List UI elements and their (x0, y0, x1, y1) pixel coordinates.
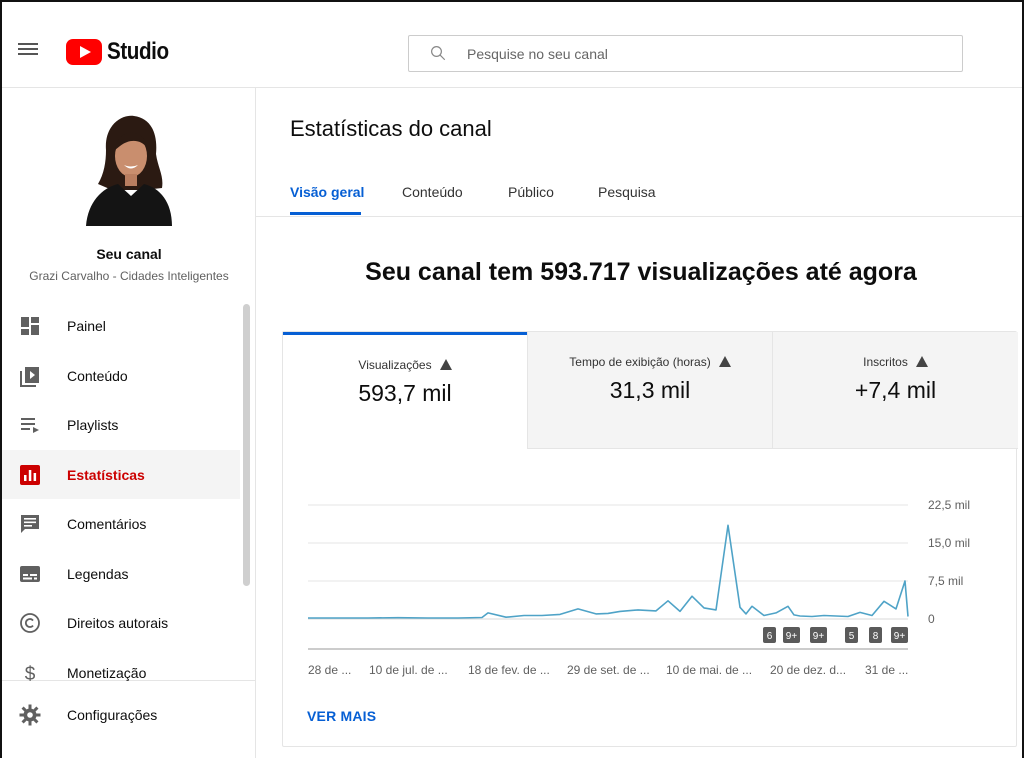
search-icon (431, 46, 446, 61)
annotation-label: 9+ (813, 631, 825, 642)
headline: Seu canal tem 593.717 visualizações até … (365, 258, 917, 286)
metric-label: Tempo de exibição (horas) (569, 355, 711, 369)
sidebar-item-label: Playlists (67, 416, 119, 433)
sidebar-item-label: Monetização (67, 664, 147, 681)
dashboard-icon (21, 316, 39, 335)
y-tick-label: 15,0 mil (928, 536, 970, 550)
metric-tab-watch-time[interactable]: Tempo de exibição (horas) 31,3 mil (527, 332, 772, 449)
youtube-play-icon (66, 39, 102, 65)
hamburger-menu-icon[interactable] (16, 40, 40, 64)
tab-audience[interactable]: Público (508, 184, 554, 200)
sidebar-item-content[interactable]: Conteúdo (2, 351, 240, 400)
sidebar-item-label: Estatísticas (67, 466, 145, 483)
search-box[interactable] (408, 35, 963, 72)
search-input[interactable] (467, 36, 947, 71)
sidebar-item-label: Painel (67, 317, 106, 334)
content-icon (20, 366, 39, 387)
metric-value: +7,4 mil (854, 377, 937, 403)
views-line-chart: 22,5 mil 15,0 mil 7,5 mil 0 6 9+ 9+ 5 8 9+ 28 de .… (308, 498, 970, 677)
metrics-card: Visualizações 593,7 mil Tempo de exibiçã… (282, 331, 1018, 747)
annotation-label: 5 (849, 631, 855, 642)
metric-tab-subscribers[interactable]: Inscritos +7,4 mil (772, 332, 1018, 449)
main-content: Estatísticas do canal Visão geral Conteú… (256, 88, 1022, 758)
gear-icon (19, 704, 41, 725)
playlist-icon (21, 417, 39, 433)
warning-icon (439, 359, 452, 370)
metric-label-wrap: Visualizações (283, 358, 527, 372)
sidebar-item-label: Comentários (67, 515, 147, 532)
sidebar-item-dashboard[interactable]: Painel (2, 301, 240, 350)
sidebar: Seu canal Grazi Carvalho - Cidades Intel… (2, 88, 256, 758)
y-tick-label: 7,5 mil (928, 574, 963, 588)
sidebar-item-subtitles[interactable]: Legendas (2, 549, 240, 598)
x-tick-label: 18 de fev. de ... (468, 663, 550, 677)
metric-label: Visualizações (358, 358, 432, 372)
svg-text:$: $ (25, 664, 36, 684)
metric-value: 593,7 mil (358, 380, 452, 406)
comments-icon (21, 514, 39, 533)
metric-label-wrap: Inscritos (773, 355, 1018, 369)
channel-name: Grazi Carvalho - Cidades Inteligentes (29, 269, 229, 283)
copyright-icon (20, 612, 40, 633)
x-tick-label: 10 de jul. de ... (369, 663, 448, 677)
annotation-label: 8 (873, 631, 879, 642)
metric-tab-views[interactable]: Visualizações 593,7 mil (283, 332, 527, 449)
app-window: Studio Seu canal Grazi Carv (0, 0, 1024, 758)
annotation-label: 9+ (786, 631, 798, 642)
y-tick-label: 0 (928, 612, 935, 626)
active-tab-indicator (290, 212, 361, 215)
page-title: Estatísticas do canal (290, 116, 492, 141)
channel-avatar[interactable] (84, 110, 174, 226)
sidebar-item-settings[interactable]: Configurações (2, 690, 240, 739)
see-more-button[interactable]: VER MAIS (307, 708, 376, 724)
annotation-label: 6 (767, 631, 773, 642)
series-line (308, 524, 909, 619)
analytics-icon (20, 464, 40, 485)
warning-icon (915, 356, 928, 367)
sidebar-item-label: Conteúdo (67, 367, 128, 384)
subtitles-icon (20, 565, 40, 582)
sidebar-item-copyright[interactable]: Direitos autorais (2, 598, 240, 647)
sidebar-item-label: Direitos autorais (67, 614, 169, 631)
y-tick-label: 22,5 mil (928, 498, 970, 512)
top-bar: Studio (2, 2, 1022, 88)
sidebar-item-comments[interactable]: Comentários (2, 499, 240, 548)
x-tick-label: 29 de set. de ... (567, 663, 650, 677)
metric-value: 31,3 mil (609, 377, 691, 403)
warning-icon (718, 356, 731, 367)
x-tick-label: 28 de ... (308, 663, 351, 677)
tabs-divider (256, 216, 1022, 217)
tab-research[interactable]: Pesquisa (598, 184, 656, 200)
tab-content[interactable]: Conteúdo (402, 184, 463, 200)
dollar-icon: $ (25, 664, 36, 684)
x-tick-label: 10 de mai. de ... (666, 663, 752, 677)
sidebar-scrollbar[interactable] (243, 304, 250, 586)
sidebar-item-label: Legendas (67, 565, 129, 582)
metric-label-wrap: Tempo de exibição (horas) (528, 355, 772, 369)
studio-logo[interactable]: Studio (66, 38, 179, 66)
channel-label: Seu canal (96, 246, 162, 262)
logo-text: Studio (107, 38, 169, 65)
annotation-label: 9+ (894, 631, 906, 642)
sidebar-item-analytics[interactable]: Estatísticas (2, 450, 240, 499)
metric-label: Inscritos (863, 355, 908, 369)
tab-overview[interactable]: Visão geral (290, 184, 364, 200)
sidebar-item-playlists[interactable]: Playlists (2, 400, 240, 449)
x-tick-label: 31 de ... (865, 663, 908, 677)
x-tick-label: 20 de dez. d... (770, 663, 846, 677)
sidebar-item-label: Configurações (67, 706, 158, 723)
